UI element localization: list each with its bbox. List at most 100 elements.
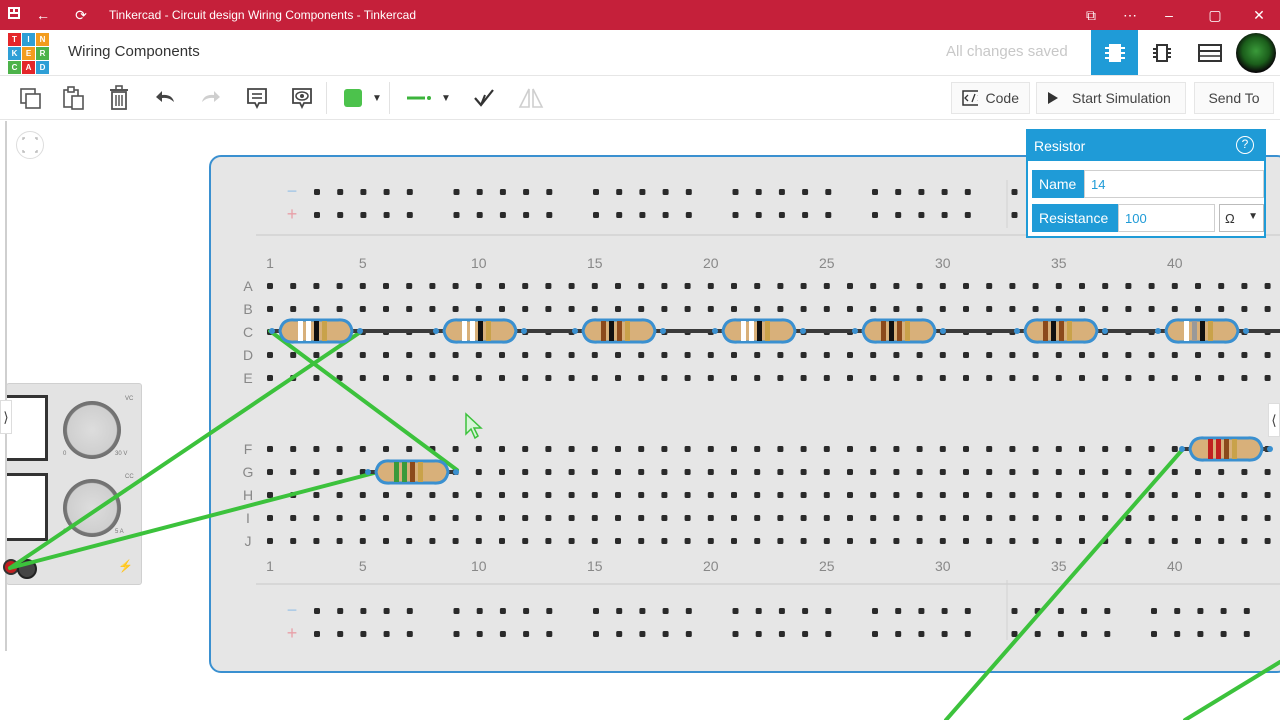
breadboard-hole[interactable]	[313, 492, 320, 498]
rail-hole[interactable]	[453, 608, 460, 614]
breadboard-hole[interactable]	[545, 492, 552, 498]
breadboard-hole[interactable]	[1264, 283, 1271, 289]
breadboard-hole[interactable]	[684, 329, 691, 335]
breadboard-hole[interactable]	[290, 492, 297, 498]
rail-hole[interactable]	[825, 608, 832, 614]
breadboard-hole[interactable]	[661, 446, 668, 452]
rail-hole[interactable]	[476, 631, 483, 637]
breadboard-hole[interactable]	[313, 352, 320, 358]
breadboard-hole[interactable]	[870, 446, 877, 452]
breadboard-hole[interactable]	[638, 352, 645, 358]
breadboard-hole[interactable]	[707, 375, 714, 381]
wire-color-dropdown[interactable]: ▼	[338, 84, 388, 112]
breadboard-hole[interactable]	[684, 283, 691, 289]
rail-hole[interactable]	[941, 608, 948, 614]
notes-button[interactable]	[242, 84, 272, 112]
breadboard-hole[interactable]	[893, 446, 900, 452]
breadboard-hole[interactable]	[336, 375, 343, 381]
breadboard-hole[interactable]	[1055, 283, 1062, 289]
breadboard-hole[interactable]	[684, 306, 691, 312]
rail-hole[interactable]	[453, 631, 460, 637]
rail-hole[interactable]	[523, 608, 530, 614]
breadboard-hole[interactable]	[939, 329, 946, 335]
breadboard-hole[interactable]	[1171, 515, 1178, 521]
breadboard-hole[interactable]	[823, 538, 830, 544]
breadboard-hole[interactable]	[591, 469, 598, 475]
rail-hole[interactable]	[778, 608, 785, 614]
breadboard-hole[interactable]	[522, 469, 529, 475]
breadboard-hole[interactable]	[313, 375, 320, 381]
circuit-view-button[interactable]	[1091, 30, 1138, 75]
breadboard-hole[interactable]	[1009, 352, 1016, 358]
breadboard-hole[interactable]	[731, 538, 737, 544]
breadboard-hole[interactable]	[545, 352, 552, 358]
component-list-button[interactable]	[1186, 30, 1233, 75]
breadboard-hole[interactable]	[359, 306, 366, 312]
rail-hole[interactable]	[1081, 608, 1088, 614]
breadboard-hole[interactable]	[499, 352, 505, 358]
rail-hole[interactable]	[476, 189, 483, 195]
breadboard-hole[interactable]	[1055, 469, 1062, 475]
breadboard-hole[interactable]	[1079, 515, 1085, 521]
breadboard-hole[interactable]	[939, 538, 946, 544]
breadboard-hole[interactable]	[1079, 446, 1085, 452]
rail-hole[interactable]	[755, 212, 762, 218]
breadboard-hole[interactable]	[1218, 515, 1225, 521]
rail-hole[interactable]	[685, 608, 692, 614]
breadboard-hole[interactable]	[429, 515, 436, 521]
rail-hole[interactable]	[523, 212, 530, 218]
breadboard-hole[interactable]	[336, 283, 343, 289]
breadboard-hole[interactable]	[499, 469, 505, 475]
breadboard-hole[interactable]	[1218, 446, 1225, 452]
breadboard-hole[interactable]	[429, 469, 436, 475]
breadboard-hole[interactable]	[823, 492, 830, 498]
breadboard-hole[interactable]	[661, 306, 668, 312]
breadboard-hole[interactable]	[1055, 375, 1062, 381]
breadboard-hole[interactable]	[615, 375, 621, 381]
breadboard-hole[interactable]	[893, 538, 900, 544]
rail-hole[interactable]	[825, 631, 832, 637]
breadboard-hole[interactable]	[1102, 492, 1109, 498]
breadboard-hole[interactable]	[777, 469, 784, 475]
paste-button[interactable]	[58, 84, 88, 112]
breadboard-hole[interactable]	[731, 446, 737, 452]
rail-hole[interactable]	[918, 189, 925, 195]
rail-hole[interactable]	[616, 608, 623, 614]
breadboard-hole[interactable]	[615, 283, 621, 289]
breadboard-hole[interactable]	[707, 469, 714, 475]
breadboard-hole[interactable]	[1009, 283, 1016, 289]
breadboard-hole[interactable]	[1241, 283, 1248, 289]
breadboard-hole[interactable]	[615, 329, 621, 335]
breadboard-hole[interactable]	[1195, 492, 1201, 498]
breadboard-hole[interactable]	[986, 375, 993, 381]
breadboard-hole[interactable]	[986, 446, 993, 452]
breadboard-hole[interactable]	[591, 446, 598, 452]
breadboard-hole[interactable]	[754, 538, 761, 544]
rail-hole[interactable]	[941, 631, 948, 637]
breadboard-hole[interactable]	[545, 538, 552, 544]
breadboard-hole[interactable]	[336, 538, 343, 544]
breadboard-hole[interactable]	[545, 515, 552, 521]
breadboard-hole[interactable]	[661, 492, 668, 498]
breadboard-hole[interactable]	[568, 469, 575, 475]
breadboard-hole[interactable]	[800, 515, 807, 521]
breadboard-hole[interactable]	[986, 538, 993, 544]
rail-hole[interactable]	[964, 189, 971, 195]
breadboard-hole[interactable]	[963, 375, 969, 381]
breadboard-hole[interactable]	[754, 469, 761, 475]
rail-hole[interactable]	[1220, 608, 1227, 614]
breadboard-hole[interactable]	[1079, 538, 1085, 544]
breadboard-hole[interactable]	[754, 492, 761, 498]
breadboard-hole[interactable]	[939, 375, 946, 381]
breadboard-hole[interactable]	[475, 469, 482, 475]
breadboard-hole[interactable]	[499, 492, 505, 498]
breadboard-hole[interactable]	[568, 329, 575, 335]
refresh-icon[interactable]: ⟳	[72, 6, 90, 24]
breadboard-hole[interactable]	[684, 538, 691, 544]
breadboard-hole[interactable]	[847, 492, 853, 498]
power-supply[interactable]: VC CC 0 30 V 0 5 A ⚡	[3, 383, 142, 585]
breadboard-hole[interactable]	[1171, 329, 1178, 335]
breadboard-hole[interactable]	[406, 538, 413, 544]
breadboard-hole[interactable]	[267, 492, 273, 498]
breadboard-hole[interactable]	[1148, 469, 1155, 475]
